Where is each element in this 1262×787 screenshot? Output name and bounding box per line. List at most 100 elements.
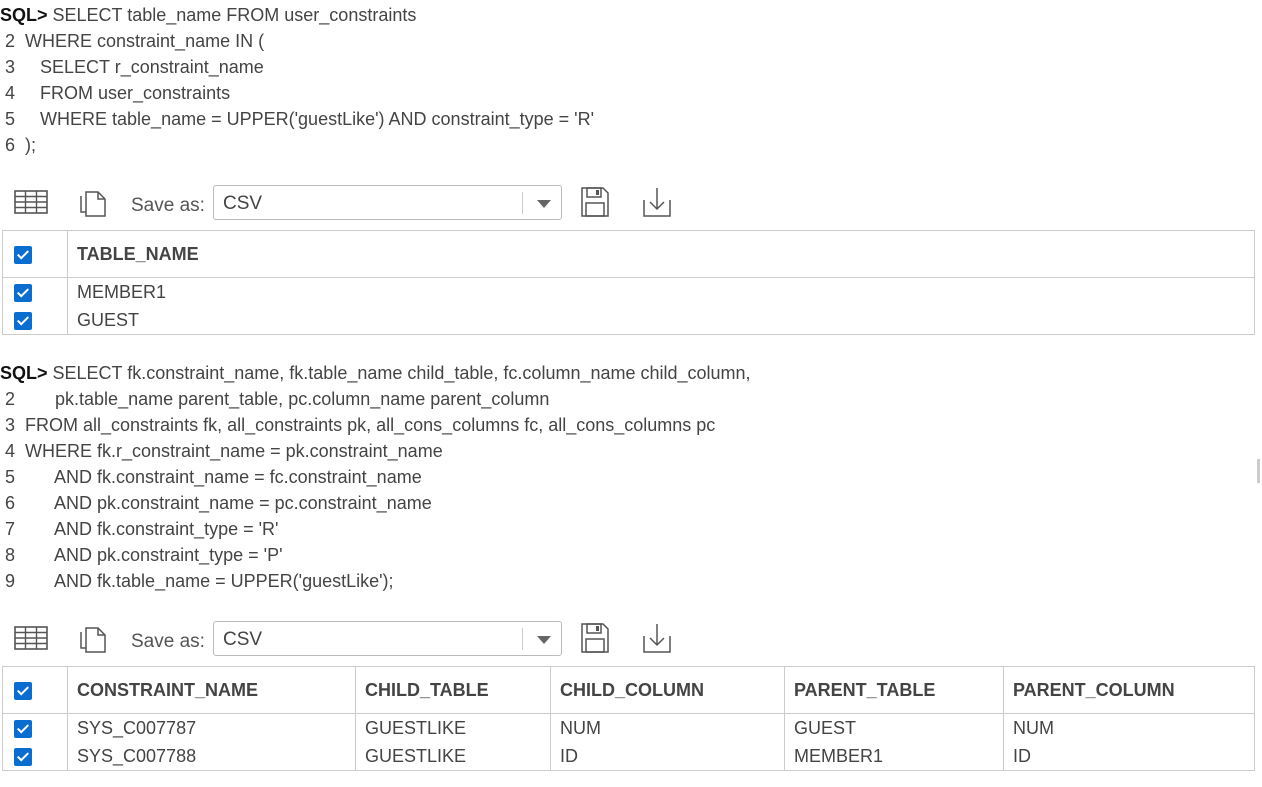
- line-number: 6: [0, 135, 16, 155]
- sql-text: AND fk.table_name = UPPER('guestLike');: [15, 571, 394, 591]
- sql-line: 6 );: [0, 132, 594, 158]
- line-number: 4: [0, 441, 16, 461]
- floppy-save-icon[interactable]: [580, 622, 610, 659]
- sql-text: FROM all_constraints fk, all_constraints…: [15, 415, 716, 435]
- checkbox-checked-icon[interactable]: [14, 245, 32, 264]
- checkbox-checked-icon[interactable]: [14, 283, 32, 302]
- table-cell: ID: [1003, 742, 1255, 771]
- download-icon[interactable]: [641, 186, 673, 223]
- save-format-value: CSV: [223, 629, 263, 650]
- table-grid-icon[interactable]: [14, 190, 48, 219]
- sql-line: 2 WHERE constraint_name IN (: [0, 28, 594, 54]
- table-header-row: TABLE_NAME: [2, 230, 1255, 278]
- sql-line: 7 AND fk.constraint_type = 'R': [0, 516, 751, 542]
- sql-line: 4 WHERE fk.r_constraint_name = pk.constr…: [0, 438, 751, 464]
- table-cell: SYS_C007788: [67, 742, 356, 771]
- sql-text: AND pk.constraint_type = 'P': [15, 545, 283, 565]
- save-format-select[interactable]: CSV: [213, 185, 562, 220]
- table-cell: NUM: [1003, 713, 1255, 742]
- save-format-select[interactable]: CSV: [213, 621, 562, 656]
- scrollbar-thumb[interactable]: [1257, 459, 1260, 483]
- table-cell: SYS_C007787: [67, 713, 356, 742]
- column-header[interactable]: CHILD_COLUMN: [550, 666, 785, 714]
- select-all-cell: [2, 230, 68, 278]
- select-all-cell: [2, 666, 68, 714]
- sql-text: SELECT fk.constraint_name, fk.table_name…: [47, 363, 751, 383]
- table-row: SYS_C007787 GUESTLIKE NUM GUEST NUM: [2, 713, 1255, 742]
- table-cell: ID: [550, 742, 785, 771]
- checkbox-checked-icon[interactable]: [14, 681, 32, 700]
- save-as-label: Save as:: [131, 195, 205, 216]
- line-number: 2: [0, 389, 16, 409]
- sql-line: SQL> SELECT fk.constraint_name, fk.table…: [0, 360, 751, 386]
- result-table-2: CONSTRAINT_NAME CHILD_TABLE CHILD_COLUMN…: [2, 666, 1255, 771]
- line-number: 3: [0, 57, 16, 77]
- line-number: 8: [0, 545, 16, 565]
- sql-line: SQL> SELECT table_name FROM user_constra…: [0, 2, 594, 28]
- sql-line: 4 FROM user_constraints: [0, 80, 594, 106]
- select-divider: [522, 192, 523, 214]
- row-select-cell: [2, 713, 68, 742]
- download-icon[interactable]: [641, 622, 673, 659]
- select-divider: [522, 628, 523, 650]
- line-number: 5: [0, 467, 16, 487]
- sql-text: AND pk.constraint_name = pc.constraint_n…: [15, 493, 432, 513]
- column-header[interactable]: PARENT_TABLE: [784, 666, 1004, 714]
- column-header[interactable]: TABLE_NAME: [67, 230, 1255, 278]
- checkbox-checked-icon[interactable]: [14, 311, 32, 330]
- table-cell: GUEST: [67, 306, 1255, 335]
- line-number: 9: [0, 571, 16, 591]
- sql-text: );: [15, 135, 37, 155]
- sql-line: 6 AND pk.constraint_name = pc.constraint…: [0, 490, 751, 516]
- table-cell: GUEST: [784, 713, 1004, 742]
- sql-line: 3 SELECT r_constraint_name: [0, 54, 594, 80]
- table-grid-icon[interactable]: [14, 626, 48, 655]
- line-number: 6: [0, 493, 16, 513]
- sql-line: 3 FROM all_constraints fk, all_constrain…: [0, 412, 751, 438]
- result-toolbar-1: Save as: CSV: [0, 185, 700, 225]
- copy-icon[interactable]: [78, 624, 108, 659]
- line-number: 5: [0, 109, 16, 129]
- save-as-label: Save as:: [131, 631, 205, 652]
- sql-line: 5 AND fk.constraint_name = fc.constraint…: [0, 464, 751, 490]
- chevron-down-icon[interactable]: [537, 200, 551, 208]
- sql-text: SELECT table_name FROM user_constraints: [47, 5, 417, 25]
- chevron-down-icon[interactable]: [537, 636, 551, 644]
- sql-text: FROM user_constraints: [15, 83, 231, 103]
- row-select-cell: [2, 277, 68, 306]
- sql-query-1: SQL> SELECT table_name FROM user_constra…: [0, 2, 594, 158]
- column-header[interactable]: CHILD_TABLE: [355, 666, 551, 714]
- result-toolbar-2: Save as: CSV: [0, 621, 700, 661]
- checkbox-checked-icon[interactable]: [14, 747, 32, 766]
- floppy-save-icon[interactable]: [580, 186, 610, 223]
- column-header[interactable]: PARENT_COLUMN: [1003, 666, 1255, 714]
- sql-line: 2 pk.table_name parent_table, pc.column_…: [0, 386, 751, 412]
- column-header[interactable]: CONSTRAINT_NAME: [67, 666, 356, 714]
- sql-text: WHERE table_name = UPPER('guestLike') AN…: [15, 109, 595, 129]
- sql-prompt: SQL>: [0, 363, 48, 383]
- table-cell: GUESTLIKE: [355, 713, 551, 742]
- line-number: 7: [0, 519, 16, 539]
- sql-text: AND fk.constraint_type = 'R': [15, 519, 279, 539]
- table-row: SYS_C007788 GUESTLIKE ID MEMBER1 ID: [2, 742, 1255, 771]
- sql-text: SELECT r_constraint_name: [15, 57, 264, 77]
- table-cell: MEMBER1: [784, 742, 1004, 771]
- copy-icon[interactable]: [78, 188, 108, 223]
- sql-line: 9 AND fk.table_name = UPPER('guestLike')…: [0, 568, 751, 594]
- result-table-1: TABLE_NAME MEMBER1 GUEST: [2, 230, 1255, 335]
- row-select-cell: [2, 306, 68, 335]
- sql-text: WHERE fk.r_constraint_name = pk.constrai…: [15, 441, 443, 461]
- table-row: GUEST: [2, 306, 1255, 335]
- sql-prompt: SQL>: [0, 5, 48, 25]
- table-cell: NUM: [550, 713, 785, 742]
- save-format-value: CSV: [223, 193, 263, 214]
- line-number: 2: [0, 31, 16, 51]
- line-number: 4: [0, 83, 16, 103]
- sql-line: 5 WHERE table_name = UPPER('guestLike') …: [0, 106, 594, 132]
- line-number: 3: [0, 415, 16, 435]
- row-select-cell: [2, 742, 68, 771]
- checkbox-checked-icon[interactable]: [14, 719, 32, 738]
- sql-text: WHERE constraint_name IN (: [15, 31, 265, 51]
- table-row: MEMBER1: [2, 277, 1255, 306]
- table-header-row: CONSTRAINT_NAME CHILD_TABLE CHILD_COLUMN…: [2, 666, 1255, 714]
